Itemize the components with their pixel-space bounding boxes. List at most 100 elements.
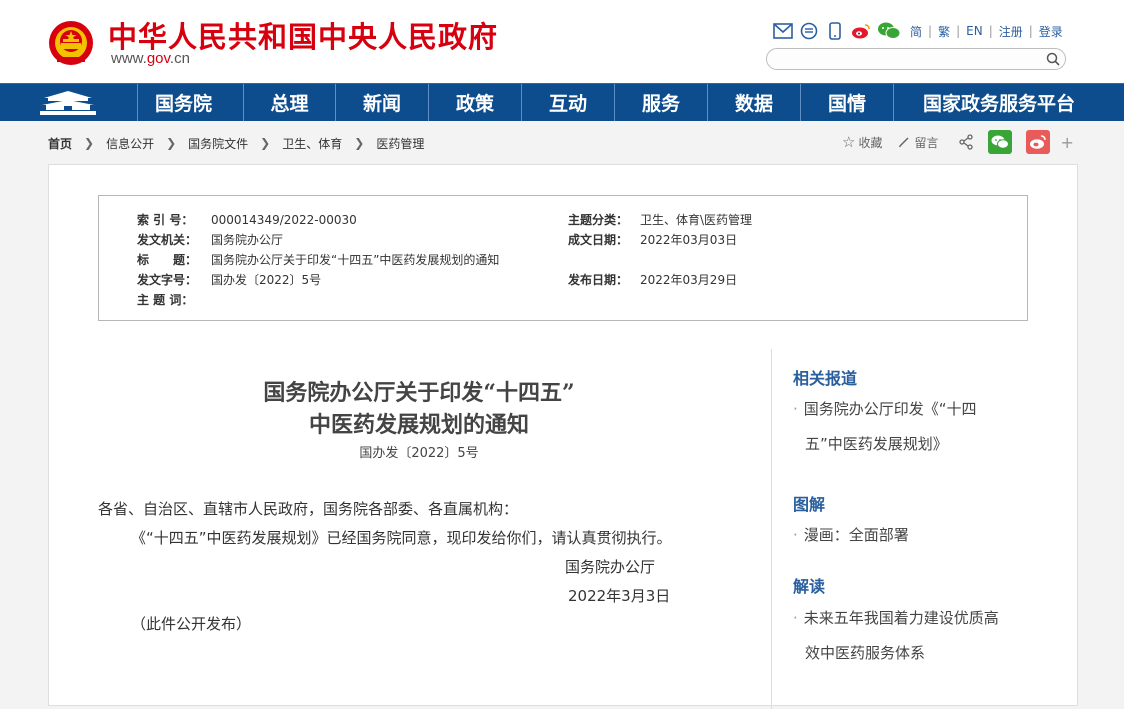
search-icon[interactable]: [1045, 51, 1061, 67]
mail-icon[interactable]: [772, 20, 794, 42]
article-signer: 国务院办公厅: [565, 558, 656, 576]
info-date-label: 成文日期：: [568, 233, 629, 247]
article-tools: ☆ 收藏 留言 +: [842, 129, 1074, 155]
nav-item-national-info[interactable]: 国情: [800, 84, 893, 121]
main-nav: 国务院 总理 新闻 政策 互动 服务 数据 国情 国家政务服务平台: [0, 83, 1124, 121]
info-docno-row: 发文字号： 国办发〔2022〕5号: [137, 271, 321, 288]
article-title-line2: 中医药发展规划的通知: [308, 412, 529, 438]
chevron-right-icon: ❯: [260, 136, 271, 150]
nav-item-news[interactable]: 新闻: [335, 84, 428, 121]
wechat-icon: [991, 135, 1010, 149]
message-icon[interactable]: [798, 20, 820, 42]
nav-item-gov-service-platform[interactable]: 国家政务服务平台: [893, 84, 1104, 121]
article-doc-number: 国办发〔2022〕5号: [359, 446, 479, 461]
site-url-suffix: .cn: [169, 50, 190, 67]
info-keywords-row: 主 题 词：: [137, 291, 193, 308]
lang-traditional-link[interactable]: 繁: [934, 23, 954, 40]
info-keywords-label: 主 题 词：: [137, 293, 194, 307]
breadcrumb-health-sports[interactable]: 卫生、体育: [282, 135, 342, 152]
lang-english-link[interactable]: EN: [962, 24, 987, 38]
info-title-row: 标 题： 国务院办公厅关于印发“十四五”中医药发展规划的通知: [137, 251, 499, 268]
info-issuer-value: 国务院办公厅: [211, 233, 284, 247]
info-pubdate-row: 发布日期： 2022年03月29日: [568, 271, 737, 288]
share-wechat-button[interactable]: [988, 130, 1013, 154]
graphic-heading: 图解: [793, 495, 826, 514]
separator: |: [988, 24, 993, 38]
search-box: [766, 48, 1066, 70]
login-link[interactable]: 登录: [1035, 23, 1067, 40]
info-title-value: 国务院办公厅关于印发“十四五”中医药发展规划的通知: [211, 253, 500, 267]
info-date-row: 成文日期： 2022年03月03日: [568, 231, 737, 248]
graphic-item-label: 漫画：全面部署: [803, 526, 909, 544]
weibo-icon[interactable]: [850, 20, 872, 42]
info-topic-value: 卫生、体育\医药管理: [640, 213, 753, 227]
more-share-button[interactable]: +: [1060, 133, 1073, 152]
site-header: 中华人民共和国中央人民政府 www.gov.cn 简 | 繁 | EN | 注册…: [0, 0, 1124, 83]
info-topic-row: 主题分类： 卫生、体育\医药管理: [568, 211, 752, 228]
breadcrumb-state-council-docs[interactable]: 国务院文件: [188, 135, 248, 152]
info-pubdate-label: 发布日期：: [568, 273, 629, 287]
site-url: www.gov.cn: [111, 50, 190, 67]
weibo-icon: [1030, 135, 1047, 149]
related-reports-heading: 相关报道: [793, 369, 858, 388]
article-body: 《“十四五”中医药发展规划》已经国务院同意，现印发给你们，请认真贯彻执行。: [131, 529, 672, 547]
register-link[interactable]: 注册: [995, 23, 1027, 40]
info-issuer-row: 发文机关： 国务院办公厅: [137, 231, 283, 248]
breadcrumb-medicine-management[interactable]: 医药管理: [376, 135, 424, 152]
site-url-gov: gov: [146, 50, 170, 67]
share-weibo-button[interactable]: [1026, 130, 1051, 154]
related-report-line2: 五”中医药发展规划》: [805, 435, 948, 453]
nav-item-service[interactable]: 服务: [614, 84, 707, 121]
site-url-prefix: www.: [111, 50, 147, 67]
chevron-right-icon: ❯: [354, 136, 365, 150]
comment-label: 留言: [914, 135, 939, 150]
related-report-link[interactable]: · 国务院办公厅印发《“十四 五”中医药发展规划》: [793, 392, 977, 462]
interpretation-line1: 未来五年我国着力建设优质高: [803, 609, 999, 627]
search-input[interactable]: [777, 51, 1041, 69]
pencil-icon: [899, 137, 909, 148]
info-docno-label: 发文字号：: [137, 273, 198, 287]
nav-item-policy[interactable]: 政策: [428, 84, 521, 121]
sidebar-divider: [771, 349, 772, 709]
nav-home[interactable]: [0, 84, 136, 121]
comment-button[interactable]: 留言: [898, 134, 938, 151]
info-docno-value: 国办发〔2022〕5号: [211, 273, 322, 287]
tiananmen-home-icon: [40, 90, 96, 115]
mobile-icon[interactable]: [824, 20, 846, 42]
nav-item-interaction[interactable]: 互动: [521, 84, 614, 121]
article-note: （此件公开发布）: [131, 615, 252, 633]
chevron-right-icon: ❯: [166, 136, 177, 150]
bullet-icon: ·: [793, 609, 798, 627]
info-index-value: 000014349/2022-00030: [211, 213, 357, 227]
bullet-icon: ·: [793, 400, 798, 418]
breadcrumb-home[interactable]: 首页: [48, 135, 72, 152]
interpretation-line2: 效中医药服务体系: [805, 644, 926, 662]
interpretation-link[interactable]: · 未来五年我国着力建设优质高 效中医药服务体系: [793, 601, 999, 671]
star-icon: ☆: [842, 133, 856, 151]
article-title-line1: 国务院办公厅关于印发“十四五”: [263, 380, 575, 406]
lang-simplified-link[interactable]: 简: [906, 23, 926, 40]
interpretation-heading: 解读: [793, 577, 826, 596]
content-panel: 索 引 号： 000014349/2022-00030 主题分类： 卫生、体育\医药…: [48, 164, 1078, 709]
info-topic-label: 主题分类：: [568, 213, 629, 227]
chevron-right-icon: ❯: [84, 136, 95, 150]
separator: |: [928, 24, 933, 38]
nav-item-data[interactable]: 数据: [707, 84, 800, 121]
breadcrumb-info-disclosure[interactable]: 信息公开: [106, 135, 154, 152]
separator: |: [1028, 24, 1033, 38]
article-sign-date: 2022年3月3日: [568, 587, 671, 605]
national-emblem-icon[interactable]: [48, 19, 94, 67]
wechat-icon[interactable]: [876, 20, 902, 42]
separator: |: [956, 24, 961, 38]
favorite-label: 收藏: [858, 135, 883, 150]
info-issuer-label: 发文机关：: [137, 233, 198, 247]
info-index-row: 索 引 号： 000014349/2022-00030: [137, 211, 357, 228]
related-report-line1: 国务院办公厅印发《“十四: [803, 400, 977, 418]
info-index-label: 索 引 号：: [137, 213, 194, 227]
nav-item-premier[interactable]: 总理: [243, 84, 335, 121]
nav-item-state-council[interactable]: 国务院: [137, 84, 229, 121]
share-icon[interactable]: [958, 134, 974, 150]
breadcrumb: 首页 ❯ 信息公开 ❯ 国务院文件 ❯ 卫生、体育 ❯ 医药管理: [48, 134, 424, 152]
graphic-link[interactable]: · 漫画：全面部署: [793, 518, 909, 553]
favorite-button[interactable]: ☆ 收藏: [842, 133, 882, 151]
